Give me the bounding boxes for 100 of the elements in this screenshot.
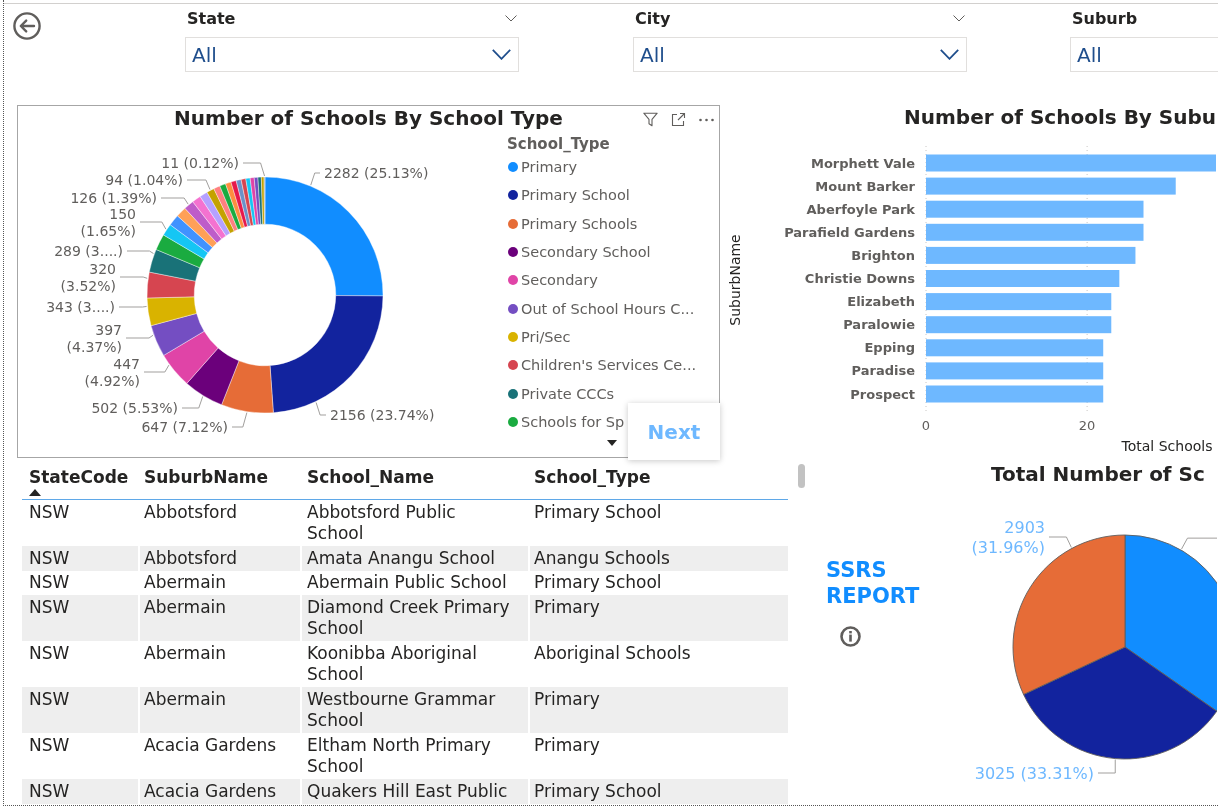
tick-label: 20 bbox=[1078, 417, 1096, 433]
table-cell: Primary School bbox=[528, 779, 788, 804]
chevron-icon[interactable] bbox=[953, 15, 965, 22]
more-options-icon[interactable] bbox=[699, 117, 714, 122]
dropdown-field[interactable]: All bbox=[633, 37, 967, 72]
donut-slice[interactable] bbox=[146, 271, 196, 299]
legend-item[interactable]: Private CCCs bbox=[507, 379, 615, 408]
donut-slice[interactable] bbox=[155, 234, 205, 268]
data-label: 94 (1.04%) bbox=[105, 172, 183, 188]
table-cell: NSW bbox=[22, 595, 138, 641]
scrollbar-thumb[interactable] bbox=[798, 464, 805, 488]
data-label: 447 (4.92%) bbox=[84, 355, 140, 389]
donut-slice[interactable] bbox=[163, 331, 219, 384]
filter-icon[interactable] bbox=[643, 112, 658, 127]
column-header[interactable]: SuburbName bbox=[138, 463, 300, 500]
leader-line bbox=[1048, 536, 1072, 548]
info-icon[interactable] bbox=[840, 626, 861, 647]
leader-line bbox=[1181, 537, 1217, 550]
table-cell: Diamond Creek Primary School bbox=[300, 595, 528, 641]
chart-title: Number of Schools By Subu bbox=[904, 105, 1217, 129]
axis-label: Parafield Gardens bbox=[784, 224, 915, 240]
data-label: 150 (1.65%) bbox=[80, 205, 136, 239]
column-header[interactable]: School_Name bbox=[300, 463, 528, 500]
data-label: 126 (1.39%) bbox=[70, 190, 157, 206]
data-label: 11 (0.12%) bbox=[161, 155, 239, 171]
bar[interactable] bbox=[926, 246, 1136, 264]
leader-line bbox=[1097, 759, 1116, 774]
legend-item[interactable]: Out of School Hours C... bbox=[507, 294, 695, 323]
bar[interactable] bbox=[926, 293, 1112, 311]
caret-up-icon bbox=[29, 488, 41, 496]
table-cell: Quakers Hill East Public bbox=[300, 779, 528, 804]
data-label: 397 (4.37%) bbox=[66, 321, 122, 355]
donut-slice[interactable] bbox=[221, 360, 274, 414]
axis-label: Prospect bbox=[850, 386, 915, 402]
legend-item[interactable]: Primary School bbox=[507, 181, 630, 210]
axis-label: Morphett Vale bbox=[811, 155, 915, 171]
focus-mode-icon[interactable] bbox=[671, 112, 686, 127]
dropdown-field[interactable]: All bbox=[1070, 37, 1218, 72]
axis-label: Epping bbox=[864, 340, 915, 356]
donut-slice[interactable] bbox=[150, 313, 205, 356]
leader-line bbox=[126, 250, 154, 255]
leader-line bbox=[186, 179, 211, 190]
pie-slice[interactable] bbox=[1023, 646, 1217, 760]
table-cell: Primary bbox=[528, 595, 788, 641]
leader-line bbox=[310, 172, 321, 186]
column-header[interactable]: StateCode bbox=[22, 463, 138, 500]
chevron-down-icon bbox=[492, 49, 511, 60]
data-label: 320 (3.52%) bbox=[60, 260, 116, 294]
table-cell: Amata Anangu School bbox=[300, 546, 528, 571]
axis-title: SuburbName bbox=[727, 234, 743, 326]
table-cell-text: NSW bbox=[28, 641, 71, 665]
legend-item[interactable]: Primary Schools bbox=[507, 209, 638, 238]
column-header[interactable]: School_Type bbox=[528, 463, 788, 500]
pie-slice[interactable] bbox=[1124, 534, 1217, 712]
leader-line bbox=[119, 276, 148, 279]
legend-item[interactable]: Pri/Sec bbox=[507, 322, 571, 352]
chart-title: Total Number of Sc bbox=[991, 462, 1205, 486]
donut-slice[interactable] bbox=[163, 224, 209, 260]
legend-item[interactable]: Schools for Sp bbox=[507, 407, 625, 436]
legend-item[interactable]: Primary bbox=[507, 153, 578, 182]
data-label: 343 (3....) bbox=[46, 299, 115, 315]
legend-item[interactable]: Children's Services Ce... bbox=[507, 351, 697, 380]
legend-item[interactable]: Secondary bbox=[507, 266, 598, 295]
axis-title: Total Schools bbox=[1121, 438, 1213, 454]
dropdown-field[interactable]: All bbox=[185, 37, 519, 72]
donut-slice[interactable] bbox=[149, 249, 200, 282]
axis-label: Christie Downs bbox=[804, 271, 915, 286]
leader-line bbox=[125, 334, 154, 339]
axis-label: Elizabeth bbox=[847, 294, 915, 310]
table-cell: Abermain bbox=[138, 595, 300, 641]
slicer-label: City bbox=[635, 10, 671, 28]
legend-title: School_Type bbox=[507, 135, 610, 153]
axis-label: Paradise bbox=[851, 363, 915, 379]
table-cell-text: NSW bbox=[28, 500, 71, 524]
donut-slice[interactable] bbox=[186, 347, 240, 405]
table-cell: Primary bbox=[528, 687, 788, 733]
tick-label: 0 bbox=[921, 417, 931, 433]
leader-line bbox=[160, 197, 189, 205]
caret-down-icon[interactable] bbox=[607, 440, 617, 446]
back-icon[interactable] bbox=[13, 12, 41, 40]
table-cell-text: NSW bbox=[28, 571, 71, 594]
data-label: 647 (7.12%) bbox=[141, 419, 228, 435]
slicer-label: Suburb bbox=[1072, 10, 1138, 28]
table-cell: Anangu Schools bbox=[528, 546, 788, 571]
data-label: 3025 (33.31%) bbox=[974, 763, 1094, 783]
donut-slice[interactable] bbox=[146, 296, 197, 326]
table-cell: NSW bbox=[22, 546, 138, 571]
chevron-down-icon bbox=[940, 49, 959, 60]
chevron-icon[interactable] bbox=[505, 15, 517, 22]
leader-line bbox=[143, 364, 170, 373]
table-cell: NSW bbox=[22, 779, 138, 804]
table-cell: Acacia Gardens bbox=[138, 779, 300, 804]
chart-title: Number of Schools By School Type bbox=[174, 106, 563, 130]
table-cell: Abbotsford bbox=[138, 546, 300, 571]
axis-label: Brighton bbox=[851, 247, 915, 263]
data-label: 2282 (25.13%) bbox=[324, 165, 429, 181]
leader-line bbox=[181, 395, 204, 409]
axis-label: Aberfoyle Park bbox=[806, 201, 915, 217]
axis-label: Mount Barker bbox=[815, 178, 915, 194]
legend-item[interactable]: Secondary School bbox=[507, 237, 651, 267]
